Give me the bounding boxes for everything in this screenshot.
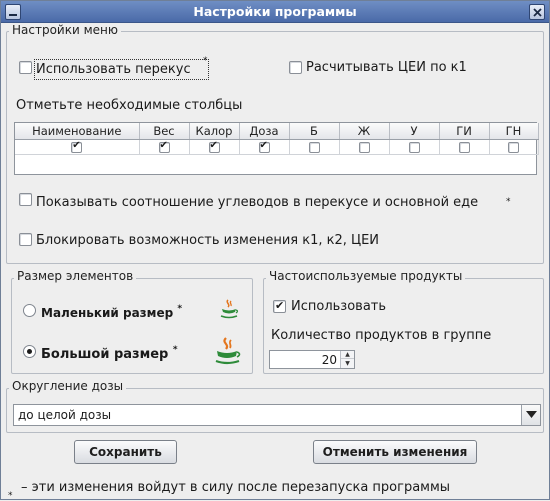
- footnote-text: – эти изменения войдут в силу после пере…: [21, 480, 451, 495]
- dropdown-button[interactable]: [521, 405, 540, 425]
- column-header[interactable]: Доза: [239, 123, 290, 140]
- java-icon-large: [215, 337, 241, 365]
- column-checkbox-weight[interactable]: [158, 140, 170, 153]
- spinner-arrows: ▲ ▼: [340, 351, 354, 368]
- column-checkbox-gi[interactable]: [458, 141, 470, 153]
- restart-marker: *: [172, 345, 178, 355]
- small-size-label[interactable]: Маленький размер *: [41, 304, 183, 320]
- save-button[interactable]: Сохранить: [74, 440, 177, 464]
- close-icon: [533, 8, 542, 17]
- block-change-label[interactable]: Блокировать возможность изменения к1, к2…: [36, 233, 379, 248]
- columns-header-row: Наименование Вес Калор Доза Б Ж У ГИ ГН: [15, 123, 539, 140]
- use-snack-checkbox[interactable]: [19, 61, 32, 74]
- frequent-products-title: Частоиспользуемые продукты: [266, 269, 466, 283]
- column-header[interactable]: Б: [289, 123, 340, 140]
- close-button[interactable]: [529, 4, 545, 20]
- cancel-changes-button[interactable]: Отменить изменения: [313, 440, 477, 464]
- column-checkbox-dose[interactable]: [258, 140, 270, 153]
- menu-settings-title: Настройки меню: [9, 23, 121, 37]
- column-header[interactable]: ГН: [489, 123, 539, 140]
- column-header[interactable]: Наименование: [15, 123, 140, 140]
- columns-table: Наименование Вес Калор Доза Б Ж У ГИ ГН: [14, 122, 539, 175]
- column-checkbox-carbs[interactable]: [408, 141, 420, 153]
- title-bar[interactable]: Настройки программы: [1, 1, 549, 23]
- show-ratio-label[interactable]: Показывать соотношение углеводов в перек…: [36, 195, 478, 210]
- column-header[interactable]: Вес: [139, 123, 190, 140]
- large-size-label[interactable]: Большой размер *: [41, 345, 178, 362]
- calc-cei-label[interactable]: Расчитывать ЦЕИ по к1: [306, 60, 467, 75]
- product-count-label: Количество продуктов в группе: [271, 328, 492, 343]
- dose-rounding-select[interactable]: до целой дозы: [13, 404, 541, 426]
- show-ratio-checkbox[interactable]: [19, 193, 32, 206]
- large-size-radio[interactable]: [23, 345, 36, 358]
- use-frequent-label[interactable]: Использовать: [291, 299, 386, 314]
- dose-rounding-value: до целой дозы: [18, 408, 112, 422]
- column-header[interactable]: У: [389, 123, 440, 140]
- product-count-value[interactable]: 20: [322, 353, 337, 367]
- columns-check-row: [15, 139, 539, 155]
- restart-marker: *: [177, 304, 183, 314]
- calc-cei-checkbox[interactable]: [289, 61, 302, 74]
- column-header[interactable]: ГИ: [439, 123, 490, 140]
- column-header[interactable]: Ж: [339, 123, 390, 140]
- spinner-up-icon[interactable]: ▲: [341, 351, 354, 359]
- use-frequent-checkbox[interactable]: [273, 299, 286, 313]
- column-checkbox-fats[interactable]: [358, 141, 370, 153]
- column-checkbox-gl[interactable]: [508, 141, 519, 153]
- settings-dialog: Настройки программы Настройки меню Испол…: [0, 0, 550, 501]
- window-title: Настройки программы: [193, 4, 357, 19]
- columns-label: Отметьте необходимые столбцы: [16, 98, 243, 113]
- column-checkbox-name[interactable]: [71, 140, 83, 153]
- block-change-checkbox[interactable]: [19, 233, 32, 246]
- column-checkbox-proteins[interactable]: [308, 141, 320, 153]
- column-header[interactable]: Калор: [189, 123, 240, 140]
- product-count-spinner[interactable]: 20 ▲ ▼: [269, 350, 355, 369]
- dose-rounding-title: Округление дозы: [9, 379, 127, 393]
- java-icon-small: [220, 299, 239, 319]
- use-snack-label[interactable]: Использовать перекус: [36, 62, 191, 77]
- restart-marker: *: [506, 197, 511, 207]
- column-checkbox-calories[interactable]: [208, 140, 220, 153]
- chevron-down-icon: [526, 411, 537, 418]
- spinner-down-icon[interactable]: ▼: [341, 360, 354, 368]
- element-size-title: Размер элементов: [14, 269, 137, 283]
- small-size-radio[interactable]: [23, 304, 36, 317]
